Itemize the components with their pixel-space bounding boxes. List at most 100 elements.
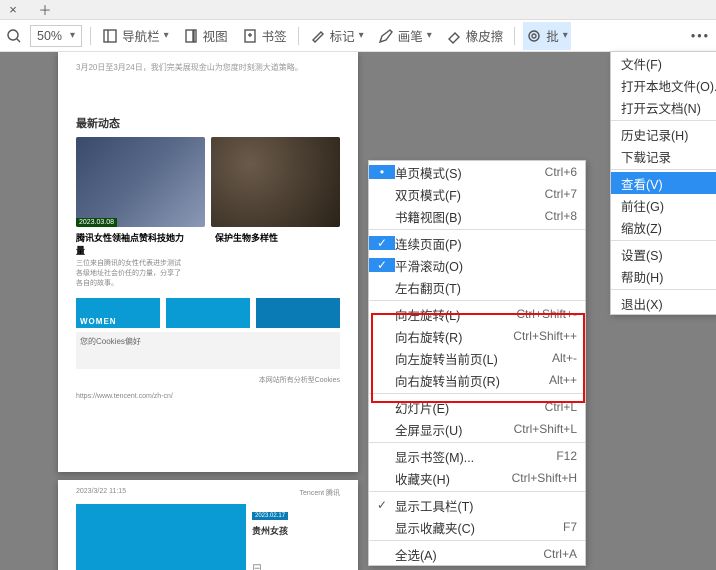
submenu-item[interactable]: •单页模式(S)Ctrl+6 (369, 161, 585, 183)
submenu-shortcut: Ctrl+6 (545, 165, 577, 179)
page-url: https://www.tencent.com/zh-cn/ (58, 387, 358, 406)
submenu-item[interactable]: 全选(A)Ctrl+A (369, 543, 585, 565)
submenu-label: 向右旋转当前页(R) (395, 371, 549, 390)
page2-brand: Tencent 腾讯 (300, 488, 340, 498)
date-badge: 2023.03.08 (76, 218, 117, 227)
zoom-value: 50% (37, 29, 62, 43)
settings-dropdown[interactable]: 批 ▾ (523, 22, 571, 50)
menu-goto[interactable]: 前往(G) (611, 194, 716, 216)
submenu-label: 向右旋转(R) (395, 327, 513, 346)
view-submenu[interactable]: •单页模式(S)Ctrl+6双页模式(F)Ctrl+7书籍视图(B)Ctrl+8… (368, 160, 586, 566)
submenu-item[interactable]: 向右旋转(R)Ctrl+Shift++ (369, 325, 585, 347)
section-heading: 最新动态 (58, 115, 358, 131)
new-tab-icon[interactable]: ＋ (36, 1, 54, 19)
submenu-shortcut: Ctrl+A (543, 547, 577, 561)
menu-file[interactable]: 文件(F) (611, 52, 716, 74)
submenu-item[interactable]: 左右翻页(T) (369, 276, 585, 298)
pen-icon (378, 28, 394, 44)
submenu-label: 幻灯片(E) (395, 398, 545, 417)
submenu-label: 向左旋转当前页(L) (395, 349, 552, 368)
submenu-shortcut: Ctrl+Shift++ (513, 329, 577, 343)
menu-settings[interactable]: 设置(S) (611, 243, 716, 265)
zoom-fit-icon[interactable] (6, 28, 22, 44)
highlighter-icon (310, 28, 326, 44)
close-tab-icon[interactable]: × (4, 1, 22, 19)
toolbar: 50% ▾ 导航栏 ▾ 视图 书签 标记 ▾ 画笔 ▾ 橡皮擦 批 ▾ ••• (0, 20, 716, 52)
page2-date-tag: 2023.02.17 (252, 512, 288, 520)
brush-button[interactable]: 画笔 ▾ (375, 22, 435, 50)
article-1-title: 腾讯女性领袖点赞科技她力量 (58, 227, 205, 259)
tab-bar: × ＋ (0, 0, 716, 20)
page2-timestamp: 2023/3/22 11:15 (76, 488, 126, 498)
submenu-label: 全屏显示(U) (395, 420, 514, 439)
menu-downloads[interactable]: 下载记录 (611, 145, 716, 167)
page2-image (76, 504, 246, 570)
menu-open-cloud[interactable]: 打开云文档(N) (611, 96, 716, 118)
page-icon (183, 28, 199, 44)
brush-label: 画笔 (398, 26, 423, 45)
chevron-down-icon: ▾ (427, 30, 432, 41)
sidebar-icon (102, 28, 118, 44)
menu-zoom[interactable]: 缩放(Z) (611, 216, 716, 238)
submenu-label: 双页模式(F) (395, 185, 545, 204)
eraser-label: 橡皮擦 (466, 26, 504, 45)
view-label: 视图 (203, 26, 228, 45)
view-button[interactable]: 视图 (180, 22, 231, 50)
chevron-down-icon: ▾ (164, 30, 169, 41)
submenu-shortcut: Ctrl+Shift+L (514, 422, 577, 436)
nav-panel-button[interactable]: 导航栏 ▾ (99, 22, 172, 50)
women-tile-2 (166, 298, 250, 328)
bookmark-add-icon (242, 28, 258, 44)
menu-exit[interactable]: 退出(X) (611, 292, 716, 314)
submenu-label: 平滑滚动(O) (395, 256, 577, 275)
submenu-item[interactable]: 向左旋转当前页(L)Alt+- (369, 347, 585, 369)
submenu-label: 显示书签(M)... (395, 447, 556, 466)
submenu-shortcut: Ctrl+Shift+- (516, 307, 577, 321)
submenu-item[interactable]: 幻灯片(E)Ctrl+L (369, 396, 585, 418)
submenu-item[interactable]: 双页模式(F)Ctrl+7 (369, 183, 585, 205)
cookies-title: 您的Cookies偏好 (80, 336, 336, 347)
more-menu-icon[interactable]: ••• (691, 29, 710, 43)
submenu-item[interactable]: 向左旋转(L)Ctrl+Shift+- (369, 303, 585, 325)
submenu-item[interactable]: ✓连续页面(P) (369, 232, 585, 254)
submenu-item[interactable]: 显示书签(M)...F12 (369, 445, 585, 467)
submenu-item[interactable]: 书籍视图(B)Ctrl+8 (369, 205, 585, 227)
eraser-button[interactable]: 橡皮擦 (443, 22, 507, 50)
submenu-label: 单页模式(S) (395, 163, 545, 182)
submenu-item[interactable]: 向右旋转当前页(R)Alt++ (369, 369, 585, 391)
menu-view[interactable]: 查看(V) (611, 172, 716, 194)
submenu-label: 向左旋转(L) (395, 305, 516, 324)
submenu-shortcut: F12 (556, 449, 577, 463)
eraser-icon (446, 28, 462, 44)
article-image-2 (211, 137, 340, 227)
check-icon: ✓ (369, 498, 395, 512)
women-tile-3 (256, 298, 340, 328)
submenu-item[interactable]: 显示收藏夹(C)F7 (369, 516, 585, 538)
page-2[interactable]: 2023/3/22 11:15 Tencent 腾讯 2023.02.17 贵州… (58, 480, 358, 570)
submenu-item[interactable]: 收藏夹(H)Ctrl+Shift+H (369, 467, 585, 489)
cookies-footnote: 本网站所有分析型Cookies (58, 373, 358, 387)
main-menu[interactable]: 文件(F) 打开本地文件(O)... 打开云文档(N) 历史记录(H) 下载记录… (610, 51, 716, 315)
submenu-label: 显示工具栏(T) (395, 496, 577, 515)
mark-button[interactable]: 标记 ▾ (307, 22, 367, 50)
chevron-down-icon: ▾ (359, 30, 364, 41)
bookmark-button[interactable]: 书签 (239, 22, 290, 50)
submenu-item[interactable]: 全屏显示(U)Ctrl+Shift+L (369, 418, 585, 440)
submenu-label: 左右翻页(T) (395, 278, 577, 297)
menu-open-local[interactable]: 打开本地文件(O)... (611, 74, 716, 96)
submenu-label: 连续页面(P) (395, 234, 577, 253)
mark-label: 标记 (330, 26, 355, 45)
document-viewport: 3月20日至3月24日，我们完美展现金山为您度时刻测大道策略。 最新动态 202… (0, 52, 716, 570)
page-1[interactable]: 3月20日至3月24日，我们完美展现金山为您度时刻测大道策略。 最新动态 202… (58, 52, 358, 472)
submenu-label: 书籍视图(B) (395, 207, 545, 226)
submenu-label: 收藏夹(H) (395, 469, 512, 488)
women-tile-1: WOMEN (76, 298, 160, 328)
submenu-item[interactable]: ✓显示工具栏(T) (369, 494, 585, 516)
menu-help[interactable]: 帮助(H) (611, 265, 716, 287)
menu-history[interactable]: 历史记录(H) (611, 123, 716, 145)
submenu-shortcut: Ctrl+L (545, 400, 577, 414)
article-image-1: 2023.03.08 (76, 137, 205, 227)
zoom-select[interactable]: 50% ▾ (30, 25, 82, 47)
nav-label: 导航栏 (122, 26, 160, 45)
submenu-item[interactable]: ✓平滑滚动(O) (369, 254, 585, 276)
